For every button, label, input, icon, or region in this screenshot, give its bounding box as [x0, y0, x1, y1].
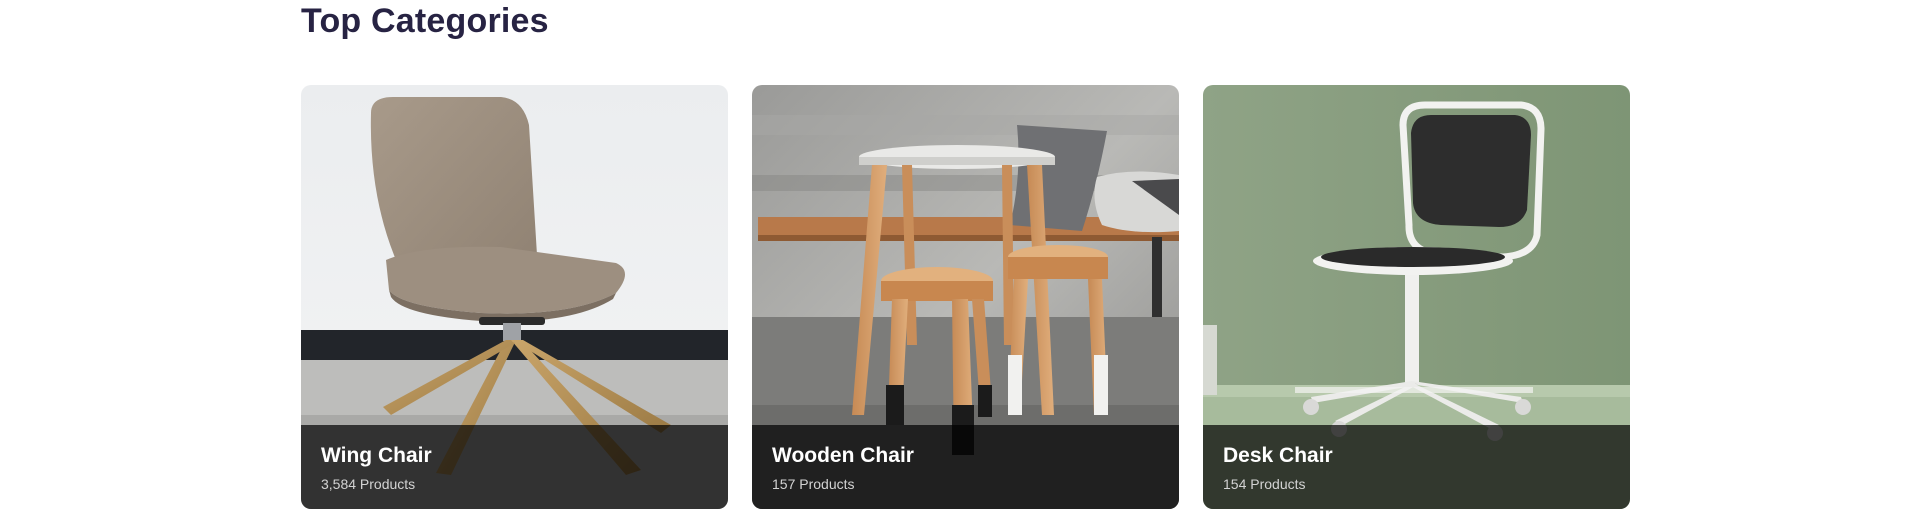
- category-card-wing-chair[interactable]: Wing Chair 3,584 Products: [301, 85, 728, 509]
- category-name: Wing Chair: [321, 444, 432, 467]
- category-cards: Wing Chair 3,584 Products Wooden Chair 1…: [301, 85, 1630, 509]
- card-overlay: Wooden Chair 157 Products: [752, 425, 1179, 509]
- category-name: Desk Chair: [1223, 444, 1333, 467]
- category-card-desk-chair[interactable]: Desk Chair 154 Products: [1203, 85, 1630, 509]
- section-title: Top Categories: [301, 2, 549, 40]
- category-card-wooden-chair[interactable]: Wooden Chair 157 Products: [752, 85, 1179, 509]
- category-product-count: 157 Products: [772, 476, 855, 492]
- card-overlay: Wing Chair 3,584 Products: [301, 425, 728, 509]
- category-product-count: 154 Products: [1223, 476, 1306, 492]
- category-name: Wooden Chair: [772, 444, 914, 467]
- category-product-count: 3,584 Products: [321, 476, 416, 492]
- card-overlay: Desk Chair 154 Products: [1203, 425, 1630, 509]
